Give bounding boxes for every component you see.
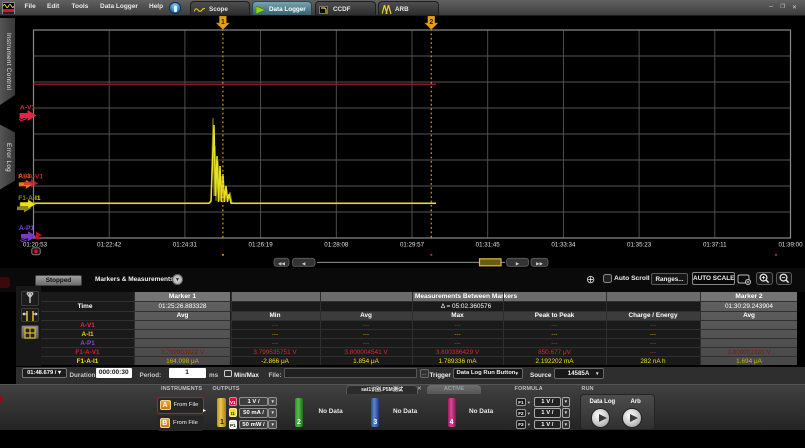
svg-text:01:22:42: 01:22:42 (97, 242, 122, 249)
svg-text:01:33:34: 01:33:34 (551, 242, 576, 249)
svg-text:A-P1: A-P1 (19, 225, 34, 232)
svg-text:01:35:23: 01:35:23 (627, 242, 652, 249)
svg-text:01:31:45: 01:31:45 (476, 242, 501, 249)
svg-text:▶▶: ▶▶ (536, 261, 544, 266)
svg-text:A-I1: A-I1 (18, 173, 31, 180)
svg-text:01:26:19: 01:26:19 (249, 242, 274, 249)
svg-text:▶: ▶ (516, 261, 520, 266)
svg-text:1: 1 (221, 19, 225, 26)
svg-text:01:39:00: 01:39:00 (778, 242, 803, 249)
svg-text:◀: ◀ (302, 261, 306, 266)
svg-text:2: 2 (429, 19, 433, 26)
svg-text:01:37:11: 01:37:11 (703, 242, 727, 249)
svg-text:01:28:08: 01:28:08 (324, 242, 349, 249)
svg-text:01:29:57: 01:29:57 (400, 242, 425, 249)
svg-text:01:24:31: 01:24:31 (173, 242, 198, 249)
svg-text:◀◀: ◀◀ (278, 261, 286, 266)
